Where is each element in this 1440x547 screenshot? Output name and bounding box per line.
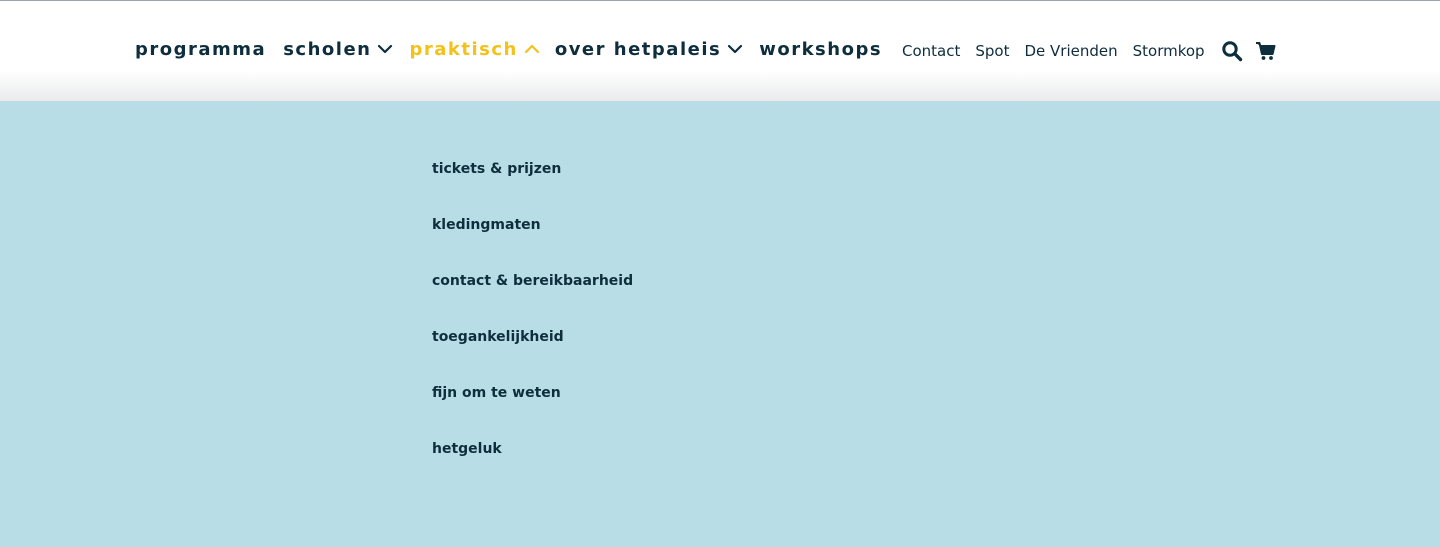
secondary-navigation: Contact Spot De Vrienden Stormkop (902, 39, 1220, 63)
nav-item-label: over hetpaleis (554, 38, 722, 60)
site-header: programma scholen praktisch over hetpale… (0, 1, 1440, 102)
search-icon (1222, 41, 1243, 62)
nav-item-praktisch[interactable]: praktisch (409, 39, 539, 60)
link-spot[interactable]: Spot (975, 42, 1009, 60)
chevron-down-icon (727, 41, 743, 57)
nav-item-label: scholen (283, 38, 372, 60)
nav-item-workshops[interactable]: workshops (759, 39, 882, 60)
nav-item-scholen[interactable]: scholen (283, 39, 393, 60)
main-navigation: programma scholen praktisch over hetpale… (135, 37, 882, 61)
praktisch-dropdown-panel: tickets & prijzen kledingmaten contact &… (0, 101, 1440, 547)
header-shadow (0, 71, 1440, 102)
search-button[interactable] (1221, 40, 1243, 62)
submenu-item-contact-bereikbaarheid[interactable]: contact & bereikbaarheid (432, 270, 633, 326)
link-stormkop[interactable]: Stormkop (1133, 42, 1205, 60)
nav-item-over-hetpaleis[interactable]: over hetpaleis (555, 39, 743, 60)
chevron-down-icon (377, 41, 393, 57)
submenu-item-kledingmaten[interactable]: kledingmaten (432, 214, 633, 270)
chevron-up-icon (524, 41, 540, 57)
submenu-item-tickets-prijzen[interactable]: tickets & prijzen (432, 158, 633, 214)
submenu-list: tickets & prijzen kledingmaten contact &… (432, 158, 633, 494)
nav-item-programma[interactable]: programma (135, 39, 266, 60)
nav-item-label: praktisch (409, 38, 518, 60)
submenu-item-fijn-om-te-weten[interactable]: fijn om te weten (432, 382, 633, 438)
nav-item-label: workshops (759, 38, 883, 60)
cart-button[interactable] (1255, 40, 1277, 62)
cart-icon (1256, 42, 1276, 60)
link-de-vrienden[interactable]: De Vrienden (1024, 42, 1117, 60)
submenu-item-toegankelijkheid[interactable]: toegankelijkheid (432, 326, 633, 382)
link-contact[interactable]: Contact (902, 42, 960, 60)
nav-item-label: programma (135, 38, 267, 60)
submenu-item-hetgeluk[interactable]: hetgeluk (432, 438, 633, 494)
